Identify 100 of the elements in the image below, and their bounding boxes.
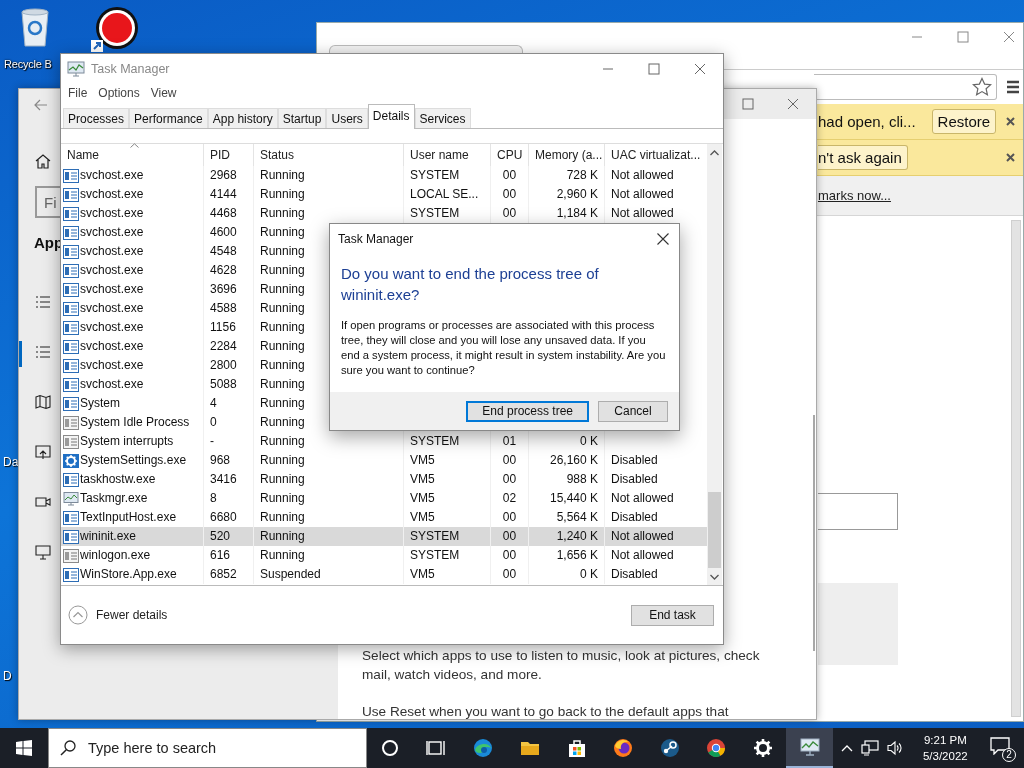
tab[interactable]: App history <box>207 108 278 128</box>
column-header[interactable]: Name <box>61 144 204 166</box>
menu-item[interactable]: File <box>68 86 88 100</box>
record-icon[interactable] <box>91 6 141 52</box>
tab[interactable]: Services <box>414 108 471 128</box>
desktop-icon-label[interactable]: Da <box>3 455 19 469</box>
chevron-up-icon[interactable] <box>840 744 853 752</box>
confirm-button[interactable]: End process tree <box>466 400 589 422</box>
table-cell: SYSTEM <box>404 432 491 451</box>
scroll-down-icon[interactable] <box>710 574 719 580</box>
table-cell: 4 <box>204 394 254 413</box>
back-arrow-icon[interactable] <box>34 99 48 111</box>
menu-icon[interactable] <box>1007 80 1019 94</box>
table-row[interactable]: wininit.exe 520 Running SYSTEM 00 1,240 K Not allowed <box>61 527 707 546</box>
column-header[interactable]: UAC virtualizat... <box>605 144 707 166</box>
table-row[interactable]: svchost.exe 4144 Running LOCAL SE... 00 2,960 K Not allowed <box>61 185 707 204</box>
star-icon[interactable] <box>972 77 992 97</box>
table-cell-text: Not allowed <box>610 186 675 203</box>
menu-item[interactable]: Options <box>98 86 140 100</box>
window-icon <box>63 225 79 240</box>
table-cell: 4548 <box>204 242 254 261</box>
input-field[interactable] <box>818 493 898 530</box>
clock-time[interactable]: 9:21 PM <box>923 732 967 748</box>
end-task-button[interactable]: End task <box>631 604 714 626</box>
scrollbar[interactable] <box>707 144 722 585</box>
table-cell-text: svchost.exe <box>80 243 144 260</box>
window-icon <box>63 396 79 411</box>
window-icon <box>63 358 79 373</box>
table-cell: 988 K <box>529 470 605 489</box>
window-icon <box>63 301 79 316</box>
tab[interactable]: Performance <box>129 108 208 128</box>
column-header[interactable]: PID <box>204 144 254 166</box>
desktop-icon-label[interactable]: D <box>3 669 12 683</box>
close-icon[interactable] <box>1006 153 1015 162</box>
table-cell-text: winlogon.exe <box>80 547 151 564</box>
table-row[interactable]: System interrupts - Running SYSTEM 01 0 K <box>61 432 707 451</box>
scroll-thumb[interactable] <box>708 492 721 568</box>
table-cell: 2284 <box>204 337 254 356</box>
column-header[interactable]: Status <box>254 144 404 166</box>
column-header[interactable]: User name <box>404 144 491 166</box>
table-cell: 5088 <box>204 375 254 394</box>
tab[interactable]: Users <box>326 108 368 128</box>
clock-date[interactable]: 5/3/2022 <box>922 748 968 764</box>
tab[interactable]: Processes <box>63 108 130 128</box>
table-cell: Suspended <box>254 565 404 584</box>
table-cell: 26,160 K <box>529 451 605 470</box>
search-field[interactable]: Type here to search <box>48 728 367 768</box>
browser-icon <box>472 737 495 759</box>
table-row[interactable]: svchost.exe 2968 Running SYSTEM 00 728 K Not allowed <box>61 166 707 185</box>
recycle-bin-icon[interactable] <box>18 6 52 48</box>
table-row[interactable]: winlogon.exe 616 Running SYSTEM 00 1,656 K Not allowed <box>61 546 707 565</box>
table-cell: 00 <box>491 166 529 185</box>
monitor-icon <box>35 544 51 560</box>
window-icon <box>63 567 79 582</box>
maximize-icon[interactable] <box>648 62 660 75</box>
info-bar-message: had open, cli... <box>818 113 916 130</box>
network-icon[interactable] <box>860 740 879 756</box>
scroll-up-icon[interactable] <box>710 150 719 156</box>
menu-item[interactable]: View <box>150 86 177 100</box>
table-cell: 3696 <box>204 280 254 299</box>
table-cell: 02 <box>491 489 529 508</box>
table-cell-text: svchost.exe <box>80 224 144 241</box>
desktop-icon-label[interactable]: Recycle B <box>4 58 52 70</box>
table-cell: 0 K <box>529 565 605 584</box>
table-cell: 4628 <box>204 261 254 280</box>
scrollbar[interactable] <box>1011 220 1021 717</box>
dont-ask-button[interactable]: n't ask again <box>818 145 908 170</box>
restore-button[interactable]: Restore <box>931 109 997 134</box>
home-icon[interactable] <box>35 153 51 169</box>
window-title: Task Manager <box>91 61 170 76</box>
close-icon[interactable] <box>694 62 706 75</box>
table-row[interactable]: taskhostw.exe 3416 Running VM5 00 988 K Disabled <box>61 470 707 489</box>
volume-icon[interactable] <box>886 740 903 756</box>
table-cell-text: Taskmgr.exe <box>80 490 148 507</box>
maximize-icon[interactable] <box>742 98 754 110</box>
column-header[interactable]: CPU <box>491 144 529 166</box>
table-cell-text: svchost.exe <box>80 338 144 355</box>
table-cell: 00 <box>491 470 529 489</box>
table-cell: 4588 <box>204 299 254 318</box>
monitor-chart-icon <box>798 736 821 758</box>
window-icon <box>63 187 79 202</box>
taskbar-button[interactable] <box>786 728 833 768</box>
close-icon[interactable] <box>1006 117 1015 126</box>
close-icon[interactable] <box>657 233 669 245</box>
column-header[interactable]: Memory (a... <box>529 144 605 166</box>
tab[interactable]: Startup <box>277 108 327 128</box>
table-cell-text: svchost.exe <box>80 300 144 317</box>
import-bookmarks-link[interactable]: marks now... <box>818 188 891 203</box>
table-row[interactable]: WinStore.App.exe 6852 Suspended VM5 00 0 K Disabled <box>61 565 707 584</box>
scrollbar[interactable] <box>813 415 815 651</box>
table-cell-text: svchost.exe <box>80 205 144 222</box>
table-cell: 616 <box>204 546 254 565</box>
table-row[interactable]: Taskmgr.exe 8 Running VM5 02 15,440 K Not allowed <box>61 489 707 508</box>
window-icon <box>63 548 79 563</box>
table-cell-text: Disabled <box>610 452 659 469</box>
fewer-details-link[interactable]: Fewer details <box>96 608 168 622</box>
cancel-button[interactable]: Cancel <box>598 400 668 422</box>
tab[interactable]: Details <box>367 104 415 129</box>
table-cell: LOCAL SE... <box>404 185 491 204</box>
table-row[interactable]: SystemSettings.exe 968 Running VM5 00 26,160 K Disabled <box>61 451 707 470</box>
